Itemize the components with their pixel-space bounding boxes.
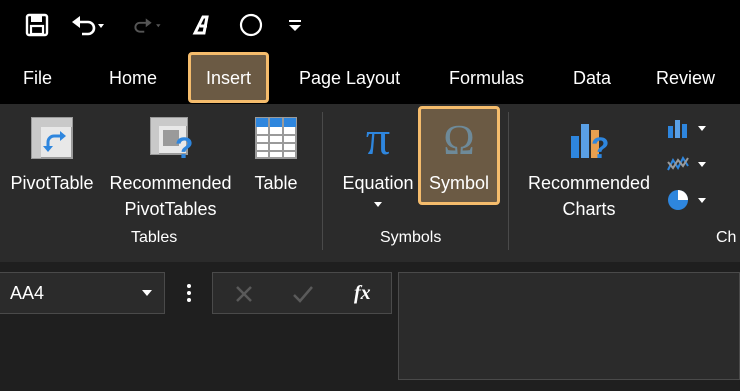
recommended-pivottables-label-1: Recommended [109, 173, 232, 193]
chevron-down-icon[interactable] [140, 288, 154, 298]
ribbon-tabs: File Home Insert Page Layout Formulas Da… [0, 52, 740, 104]
redo-icon [128, 10, 162, 40]
save-icon[interactable] [24, 10, 50, 40]
column-chart-icon[interactable] [666, 116, 714, 140]
tab-insert[interactable]: Insert [188, 52, 270, 103]
quick-access-toolbar [0, 0, 740, 52]
pi-icon: π [366, 114, 390, 162]
equation-button[interactable]: π Equation [337, 114, 419, 210]
pivot-table-label: PivotTable [10, 173, 94, 193]
name-box-value: AA4 [10, 283, 45, 303]
tab-formulas[interactable]: Formulas [449, 52, 524, 104]
undo-icon[interactable] [70, 10, 104, 40]
charts-group-label: Ch [716, 229, 737, 246]
formula-bar-area: AA4 fx [0, 262, 740, 391]
pivot-table-button[interactable]: PivotTable [6, 114, 98, 196]
recommended-pivottables-button[interactable]: ? Recommended PivotTables [104, 114, 237, 222]
svg-text:?: ? [175, 132, 193, 162]
pie-chart-icon[interactable] [666, 188, 714, 212]
tables-group-label: Tables [131, 229, 178, 246]
svg-text:?: ? [591, 132, 609, 162]
touch-mode-icon[interactable] [190, 10, 216, 40]
group-separator [508, 112, 509, 250]
tab-page-layout[interactable]: Page Layout [299, 52, 400, 104]
tab-review[interactable]: Review [656, 52, 715, 104]
table-button[interactable]: Table [246, 114, 306, 196]
equation-label: Equation [342, 173, 414, 193]
table-label: Table [254, 173, 298, 193]
svg-text:π: π [366, 114, 390, 162]
svg-text:Ω: Ω [443, 118, 474, 162]
table-icon [255, 117, 297, 159]
tab-home[interactable]: Home [109, 52, 157, 104]
formula-input[interactable] [398, 272, 740, 380]
tab-data[interactable]: Data [573, 52, 611, 104]
line-chart-icon[interactable] [666, 152, 714, 176]
chevron-down-icon[interactable] [372, 200, 384, 210]
shape-icon[interactable] [237, 10, 265, 40]
omega-icon: Ω [443, 118, 474, 162]
recommended-charts-button[interactable]: ? Recommended Charts [520, 114, 658, 222]
formula-tools: fx [212, 272, 392, 314]
group-separator [322, 112, 323, 250]
ribbon-panel: PivotTable ? Recommended PivotTables Tab… [0, 104, 740, 262]
recommended-charts-label-2: Charts [562, 199, 616, 219]
cancel-icon[interactable] [234, 284, 254, 304]
recommended-charts-label-1: Recommended [527, 173, 651, 193]
tab-file[interactable]: File [23, 52, 52, 104]
recommended-pivottables-label-2: PivotTables [124, 199, 217, 219]
more-options-icon[interactable] [185, 282, 193, 304]
customize-toolbar-icon[interactable] [284, 10, 306, 40]
recommended-charts-icon: ? [571, 124, 609, 162]
symbols-group-label: Symbols [380, 229, 442, 246]
symbol-label: Symbol [428, 173, 490, 193]
insert-function-icon[interactable]: fx [354, 282, 371, 305]
recommended-pivottables-icon: ? [149, 117, 193, 162]
enter-icon[interactable] [292, 284, 314, 304]
symbol-button[interactable]: Ω Symbol [418, 114, 500, 196]
name-box[interactable]: AA4 [0, 272, 165, 314]
pivot-table-icon [31, 117, 73, 159]
